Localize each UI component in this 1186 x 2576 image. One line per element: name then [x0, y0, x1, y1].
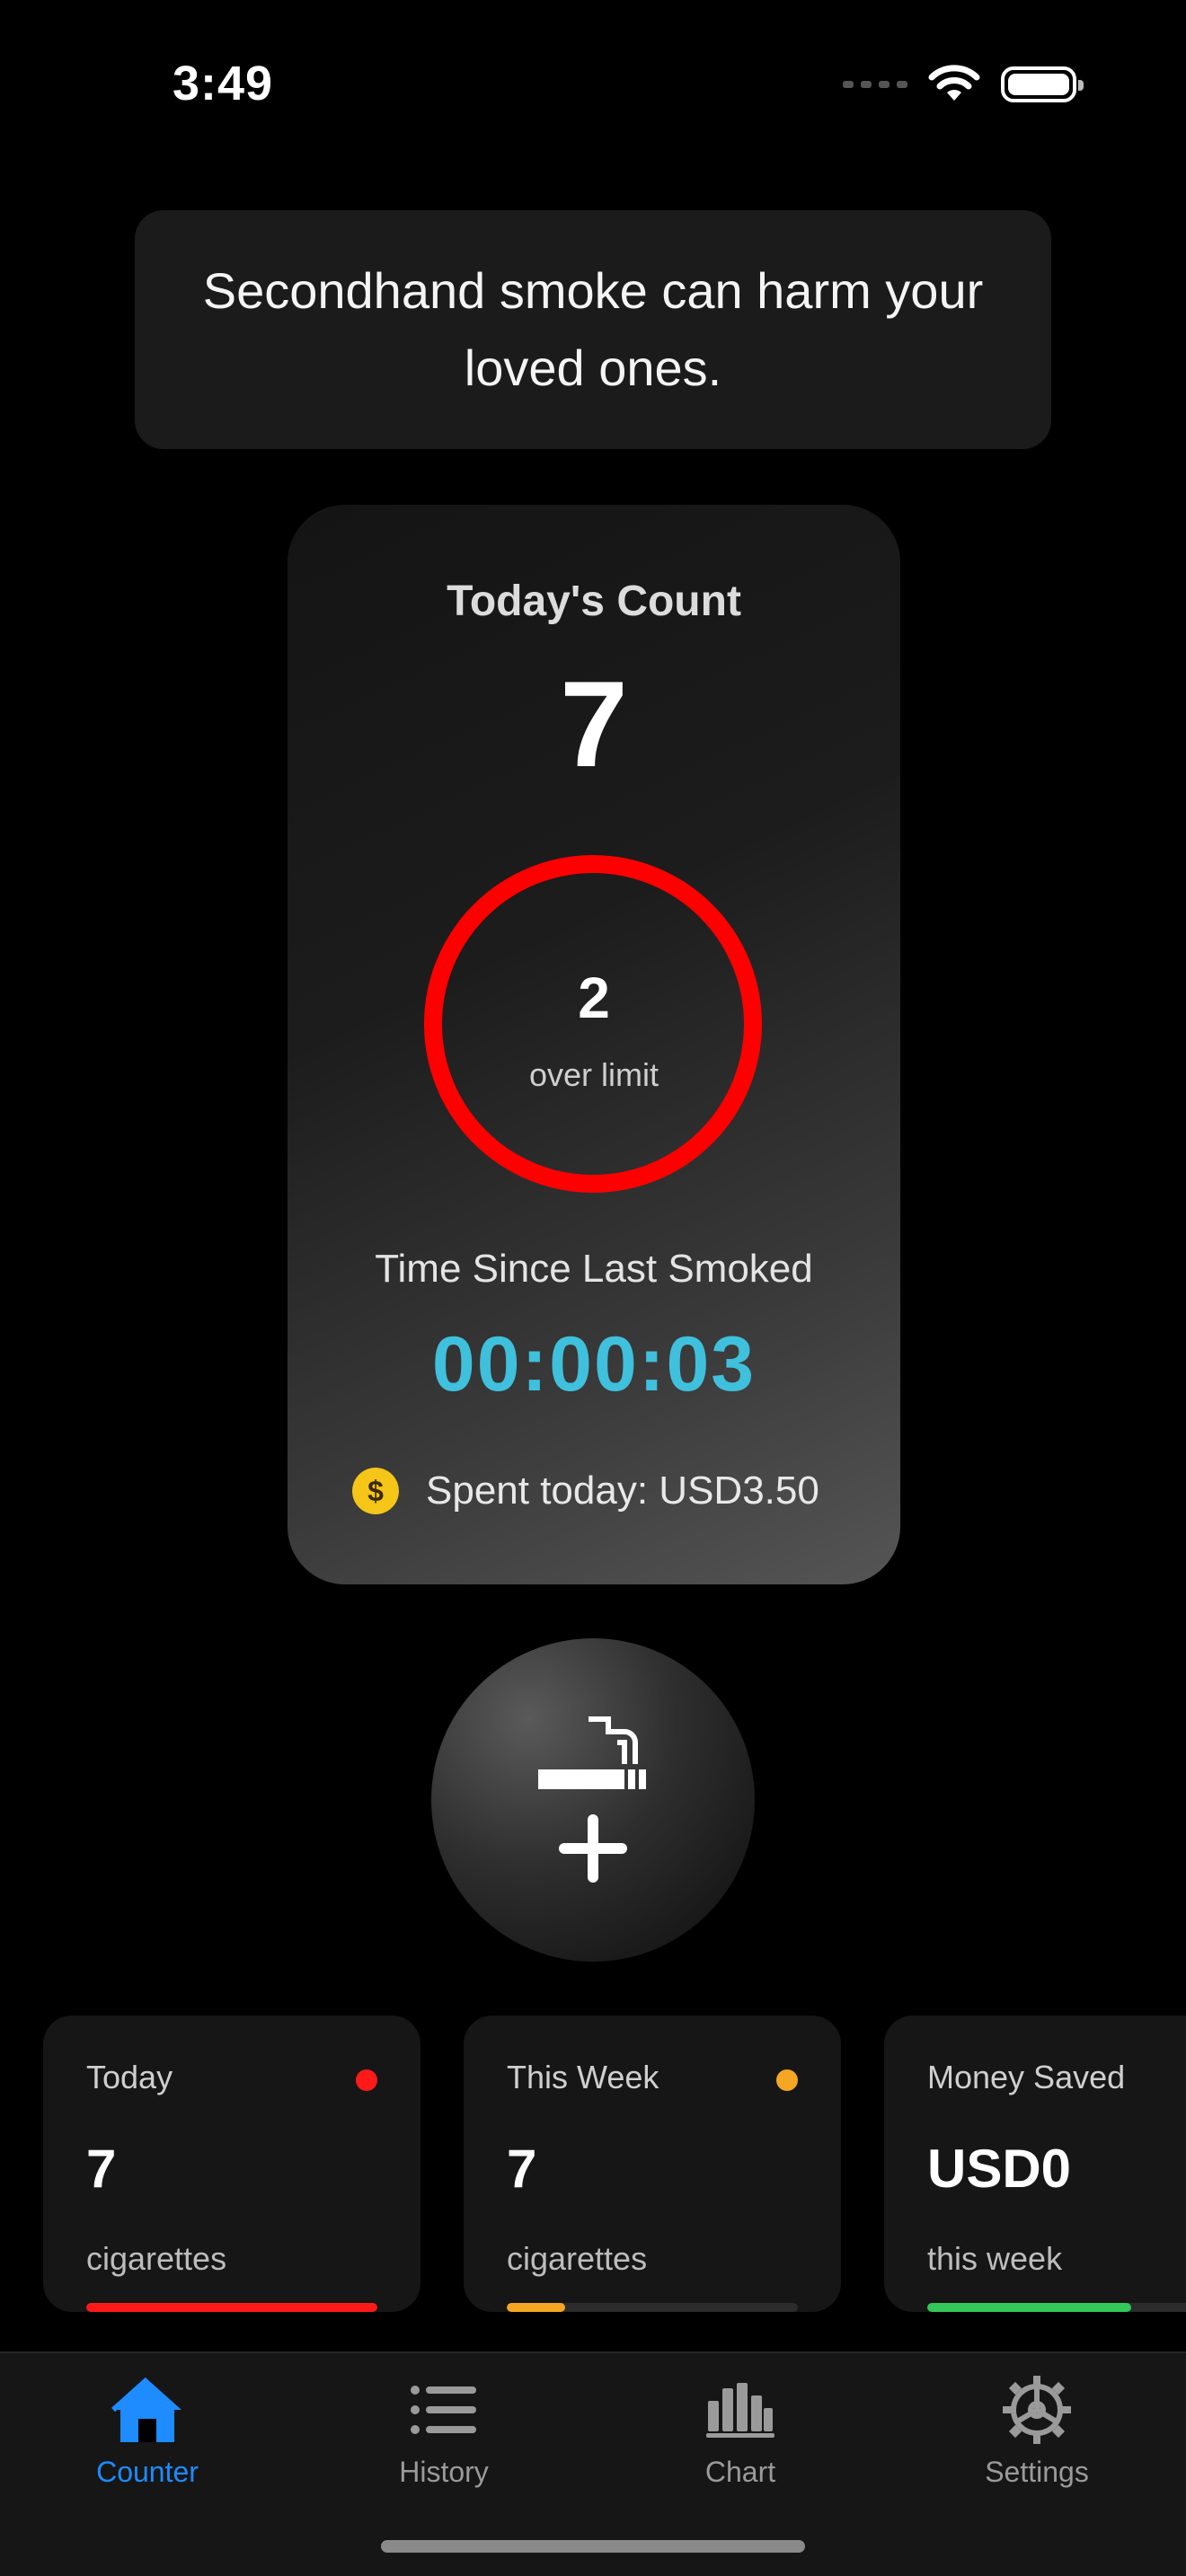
tab-history[interactable]: History — [327, 2369, 561, 2489]
stat-card-week: This Week 7 cigarettes — [464, 2016, 841, 2312]
time-since-label: Time Since Last Smoked — [375, 1247, 813, 1291]
stat-label: This Week — [507, 2059, 659, 2095]
tip-text: Secondhand smoke can harm your loved one… — [202, 262, 984, 396]
status-dot — [356, 2069, 377, 2091]
status-time: 3:49 — [173, 57, 274, 110]
tab-label: Chart — [704, 2456, 776, 2488]
progress-fill — [927, 2303, 1131, 2312]
over-limit-label: over limit — [528, 1056, 659, 1093]
add-cigarette-button[interactable] — [431, 1638, 755, 1962]
house-icon — [107, 2369, 188, 2450]
tip-banner: Secondhand smoke can harm your loved one… — [135, 210, 1051, 449]
progress-fill — [86, 2303, 377, 2312]
status-dot — [776, 2069, 798, 2091]
progress-fill — [507, 2303, 565, 2312]
tab-label: History — [399, 2456, 489, 2488]
plus-icon — [559, 1814, 627, 1883]
counter-card: Today's Count 7 2 over limit Time Since … — [288, 505, 900, 1584]
progress-track — [927, 2303, 1186, 2312]
tab-settings[interactable]: Settings — [920, 2369, 1154, 2489]
stat-value: USD0 — [927, 2139, 1072, 2199]
coin-icon: $ — [352, 1468, 399, 1514]
stat-value: 7 — [507, 2139, 537, 2199]
tab-label: Settings — [985, 2456, 1089, 2488]
bar-chart-icon — [700, 2369, 781, 2450]
status-icons — [843, 65, 1084, 104]
card-title: Today's Count — [447, 578, 741, 625]
cigarette-icon — [538, 1716, 646, 1789]
counter-screen: 3:49 Secondhand smoke can harm your love… — [0, 0, 1186, 2576]
stat-unit: cigarettes — [507, 2240, 648, 2277]
stat-card-money-saved: Money Saved USD0 this week — [884, 2016, 1186, 2312]
battery-icon — [1001, 66, 1084, 102]
stat-label: Today — [86, 2059, 173, 2095]
gear-icon — [996, 2369, 1077, 2450]
stat-unit: cigarettes — [86, 2240, 227, 2277]
cellular-icon — [843, 81, 907, 88]
home-indicator — [381, 2540, 805, 2553]
tab-chart[interactable]: Chart — [624, 2369, 857, 2489]
stat-label: Money Saved — [927, 2059, 1126, 2095]
tab-label: Counter — [96, 2456, 199, 2488]
progress-track — [507, 2303, 798, 2312]
list-icon — [403, 2369, 484, 2450]
spent-today-text: Spent today: USD3.50 — [426, 1469, 819, 1513]
spent-today-row: $ Spent today: USD3.50 — [352, 1468, 819, 1514]
stat-card-today: Today 7 cigarettes — [43, 2016, 420, 2312]
today-count: 7 — [560, 656, 628, 792]
stat-value: 7 — [86, 2139, 117, 2199]
tab-counter[interactable]: Counter — [31, 2369, 264, 2489]
wifi-icon — [928, 65, 980, 101]
progress-track — [86, 2303, 377, 2312]
time-since-timer: 00:00:03 — [431, 1321, 757, 1407]
over-limit-value: 2 — [578, 966, 610, 1030]
stat-unit: this week — [927, 2240, 1063, 2277]
